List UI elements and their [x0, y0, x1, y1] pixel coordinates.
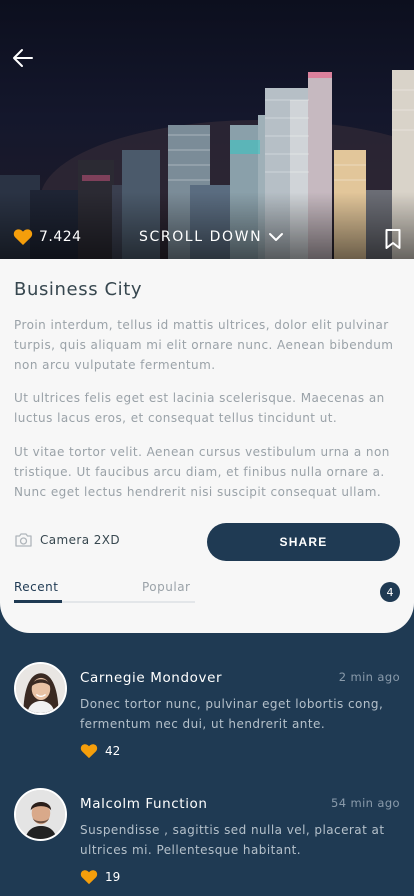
avatar-man-photo [16, 790, 65, 839]
share-button[interactable]: SHARE [207, 523, 400, 561]
comment-time: 2 min ago [338, 670, 400, 684]
camera-info: Camera 2XD [14, 532, 120, 548]
heart-icon [80, 744, 98, 759]
article-paragraph: Ut ultrices felis eget est lacinia scele… [14, 391, 385, 425]
avatar[interactable] [14, 788, 67, 841]
bookmark-icon [385, 229, 401, 249]
bookmark-button[interactable] [384, 228, 402, 250]
comment-like-count: 42 [105, 744, 121, 758]
tab-recent[interactable]: Recent [14, 580, 58, 594]
avatar-woman-photo [16, 664, 65, 713]
hero-shade [0, 192, 414, 262]
comment-author[interactable]: Carnegie Mondover [80, 670, 222, 686]
camera-icon [15, 533, 32, 547]
chevron-down-icon [269, 233, 284, 241]
comment-time: 54 min ago [330, 796, 400, 810]
hero-image: 7.424 SCROLL DOWN [0, 0, 414, 262]
article-card: Business City Proin interdum, tellus id … [0, 259, 414, 633]
comment-text: Suspendisse , sagittis sed nulla vel, pl… [80, 823, 385, 857]
tab-active-indicator [14, 600, 62, 603]
heart-icon [13, 229, 33, 245]
comment-text: Donec tortor nunc, pulvinar eget loborti… [80, 697, 384, 731]
camera-label: Camera 2XD [40, 533, 121, 547]
scroll-down-button[interactable]: SCROLL DOWN [139, 229, 284, 245]
like-count-value: 7.424 [39, 229, 82, 245]
article-paragraph: Proin interdum, tellus id mattis ultrice… [14, 318, 394, 372]
comment-author[interactable]: Malcolm Function [80, 796, 208, 812]
avatar[interactable] [14, 662, 67, 715]
back-button[interactable] [10, 44, 38, 72]
arrow-left-icon [13, 49, 33, 67]
comment-tabs: Recent Popular [14, 580, 195, 604]
article-paragraph: Ut vitae tortor velit. Aenean cursus ves… [14, 445, 390, 499]
tab-popular[interactable]: Popular [142, 580, 191, 594]
like-count[interactable]: 7.424 [13, 228, 82, 246]
heart-icon [80, 870, 98, 885]
scroll-down-label: SCROLL DOWN [139, 229, 263, 245]
comment-like-button[interactable]: 42 [80, 743, 120, 759]
article-title: Business City [14, 279, 143, 300]
comment-count-badge: 4 [380, 582, 400, 602]
comment-like-button[interactable]: 19 [80, 869, 120, 885]
comment-like-count: 19 [105, 870, 121, 884]
